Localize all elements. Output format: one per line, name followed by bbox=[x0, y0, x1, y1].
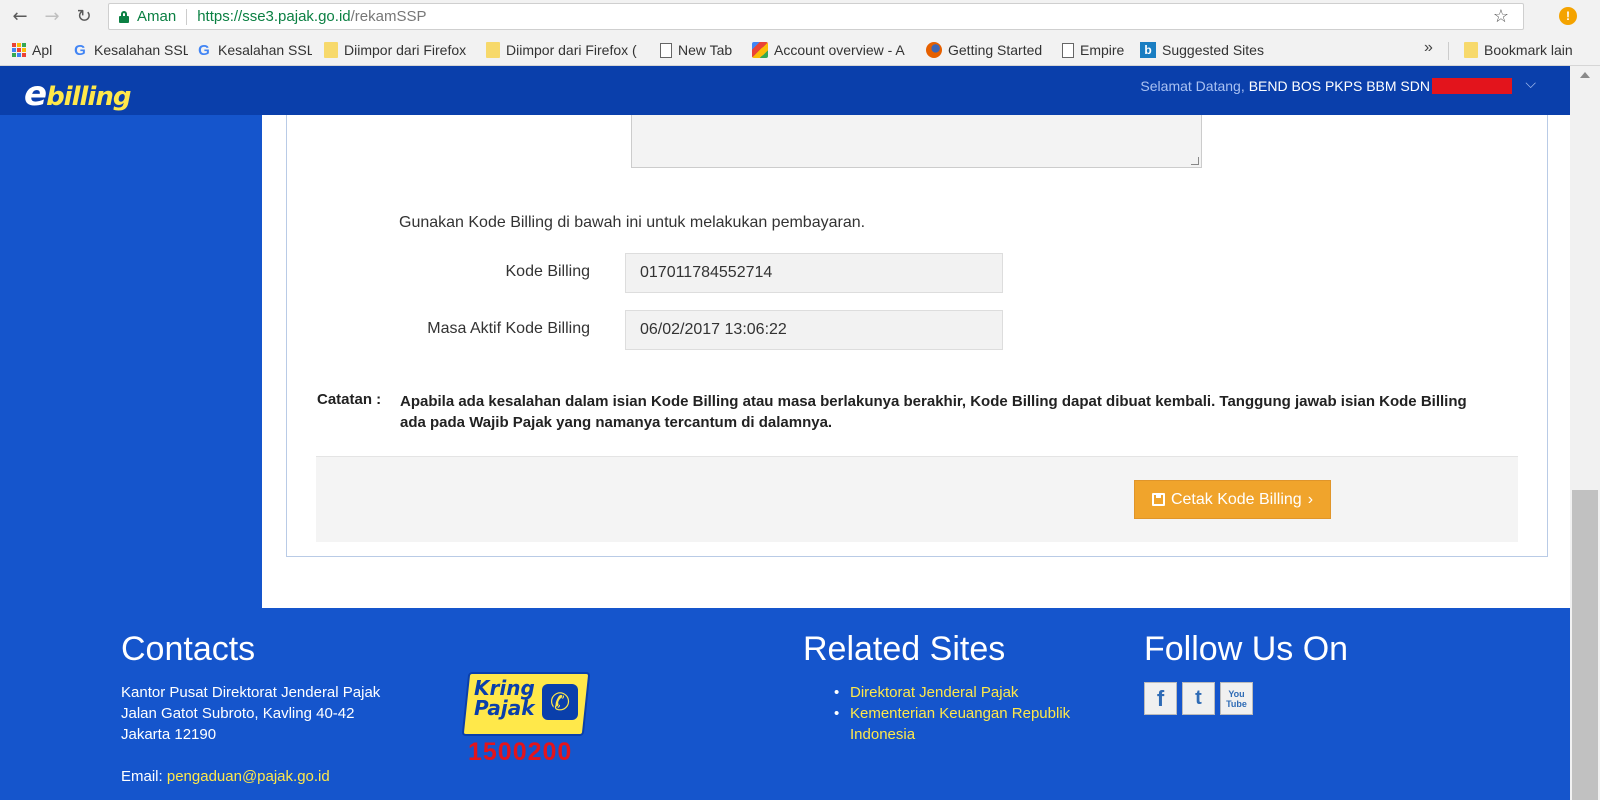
app-header: ebilling Selamat Datang, BEND BOS PKPS B… bbox=[0, 66, 1570, 115]
bookmark-star-icon[interactable]: ☆ bbox=[1493, 6, 1509, 27]
bookmark-label: Suggested Sites bbox=[1162, 42, 1264, 58]
bookmark-suggested-sites[interactable]: b Suggested Sites bbox=[1140, 41, 1280, 59]
bookmark-firefox-import-1[interactable]: Diimpor dari Firefox bbox=[324, 41, 474, 59]
email-link[interactable]: pengaduan@pajak.go.id bbox=[167, 768, 330, 785]
billing-code-field[interactable]: 017011784552714 bbox=[625, 253, 1003, 293]
google-icon: G bbox=[198, 41, 210, 59]
office-address: Kantor Pusat Direktorat Jenderal Pajak J… bbox=[121, 682, 380, 745]
forward-button[interactable]: → bbox=[40, 5, 64, 29]
chevron-right-icon: › bbox=[1307, 490, 1314, 508]
related-site-link[interactable]: Kementerian Keuangan Republik Indonesia bbox=[850, 705, 1070, 743]
scroll-up-icon[interactable] bbox=[1580, 72, 1590, 78]
url-path: /rekamSSP bbox=[350, 8, 427, 25]
related-site-link[interactable]: Direktorat Jenderal Pajak bbox=[850, 684, 1018, 701]
save-icon bbox=[1151, 493, 1165, 506]
resize-handle-icon[interactable] bbox=[1191, 157, 1199, 165]
billing-code-label: Kode Billing bbox=[505, 263, 591, 280]
page-scrollbar[interactable] bbox=[1570, 66, 1600, 800]
user-name: BEND BOS PKPS BBM SDN bbox=[1248, 78, 1430, 94]
phone-icon: ✆ bbox=[542, 684, 578, 720]
bookmark-apps[interactable]: Apl bbox=[12, 41, 52, 59]
bookmark-new-tab[interactable]: New Tab bbox=[660, 41, 740, 59]
bing-icon: b bbox=[1140, 42, 1156, 58]
bookmark-firefox-import-2[interactable]: Diimpor dari Firefox ( bbox=[486, 41, 642, 59]
multicolor-icon bbox=[752, 42, 768, 58]
redaction-bar bbox=[1432, 78, 1512, 94]
print-button-label: Cetak Kode Billing bbox=[1170, 490, 1302, 508]
remarks-textarea[interactable] bbox=[631, 115, 1202, 168]
bookmark-empire[interactable]: Empire bbox=[1062, 41, 1132, 59]
twitter-icon[interactable]: t bbox=[1182, 682, 1215, 715]
update-alert-icon[interactable]: ! bbox=[1559, 7, 1577, 25]
bookmark-label: Diimpor dari Firefox ( bbox=[506, 42, 637, 58]
bookmark-account-overview[interactable]: Account overview - A bbox=[752, 41, 912, 59]
firefox-icon bbox=[926, 42, 942, 58]
browser-toolbar: ← → ↻ Aman https://sse3.pajak.go.id/reka… bbox=[0, 0, 1600, 33]
bookmark-other[interactable]: Bookmark lain bbox=[1464, 41, 1573, 59]
address-line: Kantor Pusat Direktorat Jenderal Pajak bbox=[121, 684, 381, 701]
active-period-field[interactable]: 06/02/2017 13:06:22 bbox=[625, 310, 1003, 350]
contacts-heading: Contacts bbox=[121, 630, 256, 668]
back-arrow-icon: ← bbox=[12, 6, 28, 27]
scrollbar-thumb[interactable] bbox=[1572, 490, 1598, 800]
user-menu[interactable]: Selamat Datang, BEND BOS PKPS BBM SDN bbox=[1140, 78, 1512, 94]
back-button[interactable]: ← bbox=[8, 5, 32, 29]
reload-button[interactable]: ↻ bbox=[72, 5, 96, 29]
bookmark-label: Getting Started bbox=[948, 42, 1043, 58]
bookmark-label: Diimpor dari Firefox bbox=[344, 42, 467, 58]
bookmark-label: Apl bbox=[32, 42, 53, 58]
note-label: Catatan : bbox=[317, 391, 382, 408]
list-item: Kementerian Keuangan Republik Indonesia bbox=[834, 703, 1090, 745]
kring-pajak-logo: Kring Pajak ✆ 1500200 bbox=[461, 672, 592, 766]
form-action-bar bbox=[316, 456, 1518, 542]
youtube-icon[interactable]: You Tube bbox=[1220, 682, 1253, 715]
google-icon: G bbox=[74, 41, 86, 59]
welcome-text: Selamat Datang, bbox=[1140, 78, 1245, 94]
bookmark-label: Account overview - A bbox=[774, 42, 905, 58]
related-sites-list: Direktorat Jenderal Pajak Kementerian Ke… bbox=[834, 682, 1090, 745]
bookmark-label: New Tab bbox=[678, 42, 733, 58]
bookmark-label: Kesalahan SSL bbox=[94, 42, 188, 58]
ebilling-logo[interactable]: ebilling bbox=[24, 74, 131, 114]
bookmark-label: Kesalahan SSL bbox=[218, 42, 312, 58]
contact-email: Email: pengaduan@pajak.go.id bbox=[121, 766, 330, 787]
bookmarks-bar: Apl G Kesalahan SSL G Kesalahan SSL Diim… bbox=[0, 33, 1600, 66]
email-label: Email: bbox=[121, 768, 163, 785]
address-line: Jalan Gatot Subroto, Kavling 40-42 bbox=[121, 705, 355, 722]
folder-icon bbox=[1464, 42, 1478, 58]
print-billing-code-button[interactable]: Cetak Kode Billing › bbox=[1134, 480, 1331, 519]
folder-icon bbox=[486, 42, 500, 58]
active-period-label: Masa Aktif Kode Billing bbox=[427, 320, 590, 337]
follow-heading: Follow Us On bbox=[1144, 630, 1349, 668]
url-host: https://sse3.pajak.go.id bbox=[197, 8, 351, 25]
lock-icon bbox=[119, 10, 129, 23]
note-text: Apabila ada kesalahan dalam isian Kode B… bbox=[400, 393, 1467, 431]
related-sites-heading: Related Sites bbox=[803, 630, 1006, 668]
address-bar[interactable]: Aman https://sse3.pajak.go.id/rekamSSP ☆ bbox=[108, 3, 1524, 30]
reload-icon: ↻ bbox=[76, 6, 92, 27]
hotline-number: 1500200 bbox=[468, 738, 573, 766]
address-line: Jakarta 12190 bbox=[121, 726, 217, 743]
address-separator bbox=[186, 8, 188, 25]
bookmarks-overflow-icon[interactable]: » bbox=[1424, 39, 1433, 57]
chevron-down-icon[interactable]: ⌵ bbox=[1525, 76, 1536, 92]
bookmark-ssl-1[interactable]: G Kesalahan SSL bbox=[72, 41, 188, 59]
bookmark-label: Empire bbox=[1080, 42, 1125, 58]
folder-icon bbox=[324, 42, 338, 58]
billing-instruction: Gunakan Kode Billing di bawah ini untuk … bbox=[399, 214, 866, 231]
bookmark-ssl-2[interactable]: G Kesalahan SSL bbox=[196, 41, 312, 59]
page-icon bbox=[1062, 42, 1074, 58]
bookmarks-separator bbox=[1448, 42, 1449, 60]
apps-icon bbox=[12, 43, 26, 57]
bookmark-label: Bookmark lain bbox=[1484, 42, 1573, 58]
list-item: Direktorat Jenderal Pajak bbox=[834, 682, 1090, 703]
facebook-icon[interactable]: f bbox=[1144, 682, 1177, 715]
forward-arrow-icon: → bbox=[44, 6, 60, 27]
page-icon bbox=[660, 42, 672, 58]
secure-label: Aman bbox=[137, 8, 177, 25]
bookmark-getting-started[interactable]: Getting Started bbox=[926, 41, 1052, 59]
